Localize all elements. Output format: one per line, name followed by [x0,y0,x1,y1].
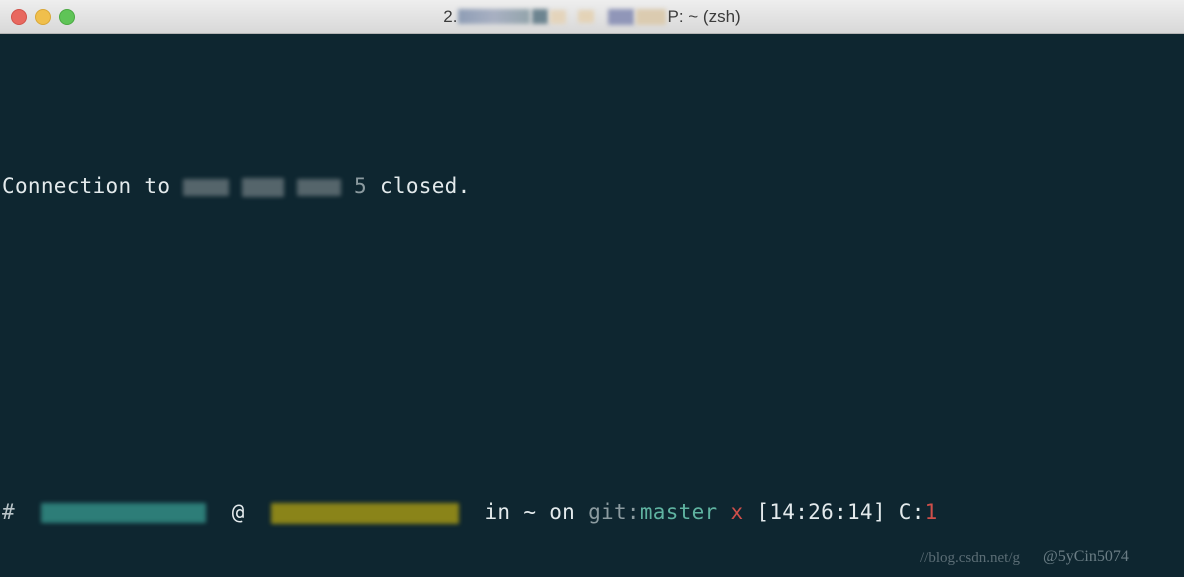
prompt1-on: on [549,500,576,525]
connection-prefix: Connection to [2,174,184,199]
prompt-line-1: # @ in ~ on git:master x [14:26:14] C:1 [0,496,1184,529]
host-redaction-tail: 5 [341,174,367,199]
terminal-window: 2. P: ~ (zsh) Connection to 5 closed. # … [0,0,1184,577]
connection-closed-line: Connection to 5 closed. [0,170,1184,203]
terminal-output-area[interactable]: Connection to 5 closed. # @ in ~ on git:… [0,34,1184,577]
window-title-redaction-5 [578,10,595,23]
prompt1-user-redaction [40,503,206,524]
window-title-redaction-2 [532,9,549,24]
window-title-redaction-7 [608,8,635,25]
window-title-redaction-8 [636,8,667,25]
host-redaction-2 [242,177,285,197]
window-title-prefix: 2. [443,6,458,26]
prompt1-tilde: ~ [523,500,537,525]
window-title-redaction-4 [568,16,576,17]
prompt1-time: [14:26:14] [756,500,886,525]
prompt1-in: in [484,500,511,525]
window-title: 2. P: ~ (zsh) [0,7,1184,27]
window-title-suffix: P: ~ (zsh) [667,6,741,26]
prompt1-hash: # [2,500,15,525]
prompt1-exit-label: C: [898,500,925,525]
connection-suffix: closed. [367,174,471,199]
prompt1-git-label: git: [588,500,640,525]
prompt1-dirty-mark: x [730,500,744,525]
window-title-redaction-6 [596,16,606,17]
host-redaction-3 [297,178,342,196]
prompt1-at: @ [231,500,245,525]
prompt1-exit-code: 1 [924,500,938,525]
window-titlebar[interactable]: 2. P: ~ (zsh) [0,0,1184,34]
prompt1-host-redaction [270,502,459,524]
window-title-redaction-3 [550,9,567,24]
window-title-redaction-1 [458,9,531,24]
host-redaction-1 [183,178,230,196]
prompt1-git-branch: master [639,500,718,525]
